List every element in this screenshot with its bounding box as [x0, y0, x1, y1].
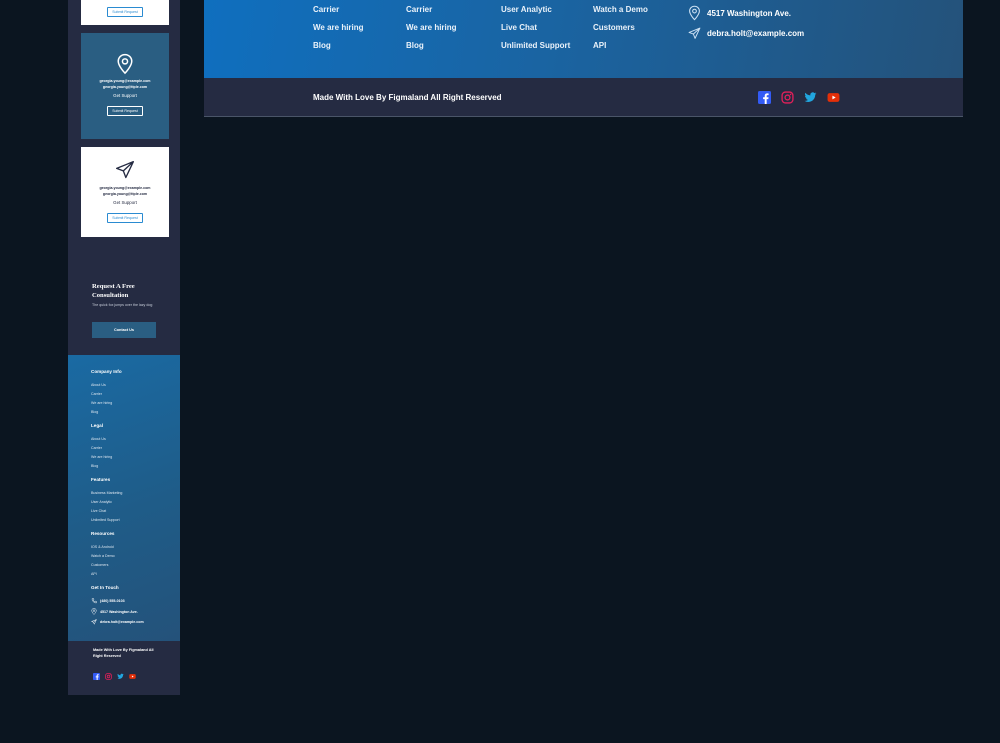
submit-request-button[interactable]: Submit Request [107, 7, 143, 17]
mobile-preview: Submit Request georgia.young@example.com… [68, 0, 180, 695]
footer-link[interactable]: Carrier [91, 392, 102, 396]
phone-icon [91, 598, 97, 604]
send-icon [688, 27, 701, 39]
footer-link[interactable]: We are hiring [91, 455, 112, 459]
desktop-bottom-bar: Made With Love By Figmaland All Right Re… [204, 78, 963, 117]
contact-card-2: georgia.young@example.com georgia.young@… [81, 33, 169, 139]
footer-link[interactable]: Carrier [406, 5, 432, 14]
footer-link[interactable]: API [593, 41, 606, 50]
footer-link[interactable]: Customers [593, 23, 635, 32]
footer-link[interactable]: Carrier [313, 5, 339, 14]
contact-us-button[interactable]: Contact Us [92, 322, 156, 338]
location-icon [117, 53, 133, 75]
footer-link[interactable]: Blog [91, 464, 98, 468]
footer-link[interactable]: Unlimited Support [91, 518, 120, 522]
facebook-icon[interactable] [93, 673, 100, 680]
card-support-label: Get Support [113, 200, 137, 205]
instagram-icon[interactable] [105, 673, 112, 680]
footer-link[interactable]: Blog [313, 41, 331, 50]
social-links [758, 91, 840, 104]
footer-email-text[interactable]: debra.holt@example.com [100, 620, 144, 624]
desktop-footer: Carrier We are hiring Blog Carrier We ar… [204, 0, 963, 117]
youtube-icon[interactable] [827, 91, 840, 104]
footer-link[interactable]: API [91, 572, 97, 576]
footer-link[interactable]: We are hiring [406, 23, 457, 32]
footer-address: 4517 Washington Ave. [91, 608, 138, 615]
contact-card-3: georgia.young@example.com georgia.young@… [81, 147, 169, 237]
footer-heading-resources: Resources [91, 531, 115, 536]
footer-link[interactable]: About Us [91, 437, 106, 441]
footer-email: debra.holt@example.com [91, 619, 144, 625]
facebook-icon[interactable] [758, 91, 771, 104]
card-support-label: Get Support [113, 93, 137, 98]
footer-address: 4517 Washington Ave. [688, 5, 791, 21]
footer-heading-company: Company Info [91, 369, 122, 374]
footer-heading-touch: Get In Touch [91, 585, 119, 590]
twitter-icon[interactable] [804, 91, 817, 104]
footer-link[interactable]: We are hiring [313, 23, 364, 32]
footer-link[interactable]: IOS & Android [91, 545, 114, 549]
footer-links-area: Carrier We are hiring Blog Carrier We ar… [204, 0, 963, 78]
footer-link[interactable]: Watch a Demo [91, 554, 115, 558]
consultation-desc: The quick fox jumps over the lazy dog [92, 303, 153, 307]
footer-address-text: 4517 Washington Ave. [100, 609, 138, 614]
copyright-text: Made With Love By Figmaland All Right Re… [313, 93, 502, 102]
footer-link[interactable]: Blog [406, 41, 424, 50]
footer-phone-text: (480) 555-0103 [100, 599, 125, 603]
footer-link[interactable]: Blog [91, 410, 98, 414]
card-email-2: georgia.young@ttple.com [102, 84, 148, 89]
footer-link[interactable]: Carrier [91, 446, 102, 450]
footer-link[interactable]: Live Chat [501, 23, 537, 32]
footer-link[interactable]: About Us [91, 383, 106, 387]
social-links [93, 673, 180, 680]
consultation-section: Request A Free Consultation The quick fo… [92, 283, 172, 338]
footer-link[interactable]: Watch a Demo [593, 5, 648, 14]
footer-heading-features: Features [91, 477, 111, 482]
footer-address-text: 4517 Washington Ave. [707, 8, 792, 18]
twitter-icon[interactable] [117, 673, 124, 680]
footer-email-text[interactable]: debra.holt@example.com [707, 29, 804, 38]
submit-request-button[interactable]: Submit Request [107, 106, 143, 116]
consultation-title: Request A Free Consultation [92, 283, 135, 299]
mobile-footer: Company Info About Us Carrier We are hir… [68, 355, 180, 641]
footer-heading-legal: Legal [91, 423, 103, 428]
copyright-text: Made With Love By Figmaland All Right Re… [93, 648, 154, 658]
send-icon [116, 161, 134, 179]
footer-link[interactable]: Unlimited Support [501, 41, 570, 50]
footer-link[interactable]: User Analytic [91, 500, 112, 504]
instagram-icon[interactable] [781, 91, 794, 104]
send-icon [91, 619, 97, 625]
footer-link[interactable]: Live Chat [91, 509, 106, 513]
card-email-2: georgia.young@ttple.com [102, 191, 148, 196]
footer-phone: (480) 555-0103 [91, 598, 125, 604]
mobile-bottom-bar: Made With Love By Figmaland All Right Re… [68, 641, 180, 695]
footer-link[interactable]: We are hiring [91, 401, 112, 405]
location-icon [91, 608, 97, 615]
footer-email: debra.holt@example.com [688, 27, 804, 40]
submit-request-button[interactable]: Submit Request [107, 213, 143, 223]
youtube-icon[interactable] [129, 673, 136, 680]
footer-link[interactable]: Business Marketing [91, 491, 122, 495]
footer-link[interactable]: Customers [91, 563, 108, 567]
location-icon [689, 5, 700, 21]
contact-card-1: Submit Request [81, 0, 169, 25]
footer-link[interactable]: User Analytic [501, 5, 552, 14]
